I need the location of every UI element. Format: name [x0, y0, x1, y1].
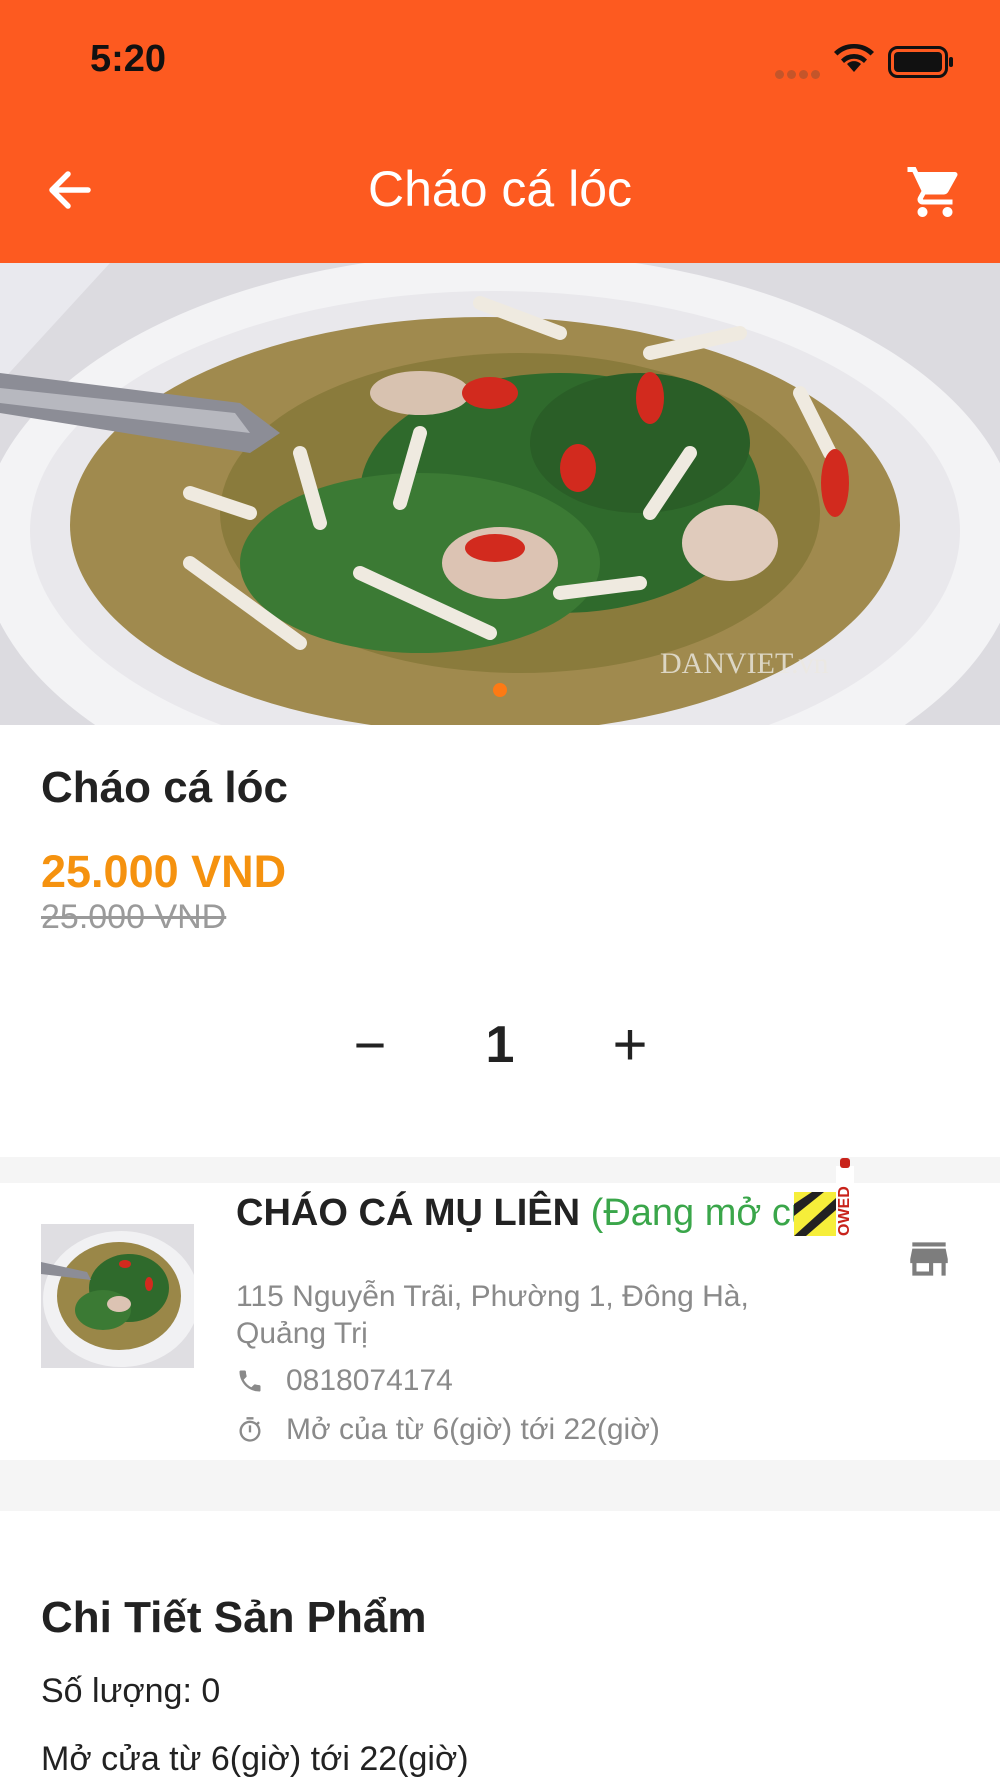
store-name[interactable]: CHÁO CÁ MỤ LIÊN	[236, 1192, 580, 1234]
store-icon	[910, 1242, 948, 1276]
store-thumbnail[interactable]	[41, 1224, 194, 1368]
watermark-text: DANVIET.vn	[660, 647, 829, 680]
status-time: 5:20	[90, 38, 167, 80]
product-details-title: Chi Tiết Sản Phẩm	[41, 1593, 427, 1642]
store-button[interactable]	[904, 1234, 954, 1289]
section-divider	[0, 1460, 1000, 1511]
product-photo: DANVIET.vn	[0, 263, 1000, 725]
store-hours-row: Mở của từ 6(giờ) tới 22(giờ)	[236, 1413, 660, 1447]
carousel-dot-active[interactable]	[493, 683, 507, 697]
product-name: Cháo cá lóc	[41, 763, 288, 812]
cart-button[interactable]	[905, 162, 965, 222]
quantity-increase-button[interactable]: +	[600, 1010, 660, 1080]
store-name-line[interactable]: CHÁO CÁ MỤ LIÊN (Đang mở cửa)	[236, 1192, 850, 1235]
cellular-signal-icon	[775, 66, 823, 84]
battery-icon	[888, 46, 953, 78]
product-old-price: 25.000 VND	[41, 898, 227, 936]
quantity-decrease-button[interactable]: −	[345, 1010, 395, 1080]
phone-icon	[239, 1370, 261, 1392]
store-phone-row[interactable]: 0818074174	[236, 1364, 453, 1398]
sticker-badge-icon: OWED	[794, 1158, 854, 1236]
store-phone[interactable]: 0818074174	[286, 1364, 453, 1398]
store-photo	[41, 1224, 194, 1368]
product-price: 25.000 VND	[41, 846, 287, 897]
detail-hours: Mở cửa từ 6(giờ) tới 22(giờ)	[41, 1740, 469, 1778]
app-bar: 5:20 Cháo cá lóc	[0, 0, 1000, 263]
page-title: Cháo cá lóc	[367, 161, 633, 217]
store-address: 115 Nguyễn Trãi, Phường 1, Đông Hà, Quản…	[236, 1280, 749, 1350]
quantity-value: 1	[485, 1016, 515, 1074]
timer-icon	[239, 1417, 261, 1442]
store-hours: Mở của từ 6(giờ) tới 22(giờ)	[286, 1413, 660, 1446]
detail-quantity: Số lượng: 0	[41, 1672, 221, 1710]
sticker-text: OWED	[836, 1186, 853, 1236]
shopping-cart-icon	[907, 167, 958, 217]
wifi-icon	[834, 43, 874, 72]
product-image-carousel[interactable]: DANVIET.vn	[0, 263, 1000, 725]
